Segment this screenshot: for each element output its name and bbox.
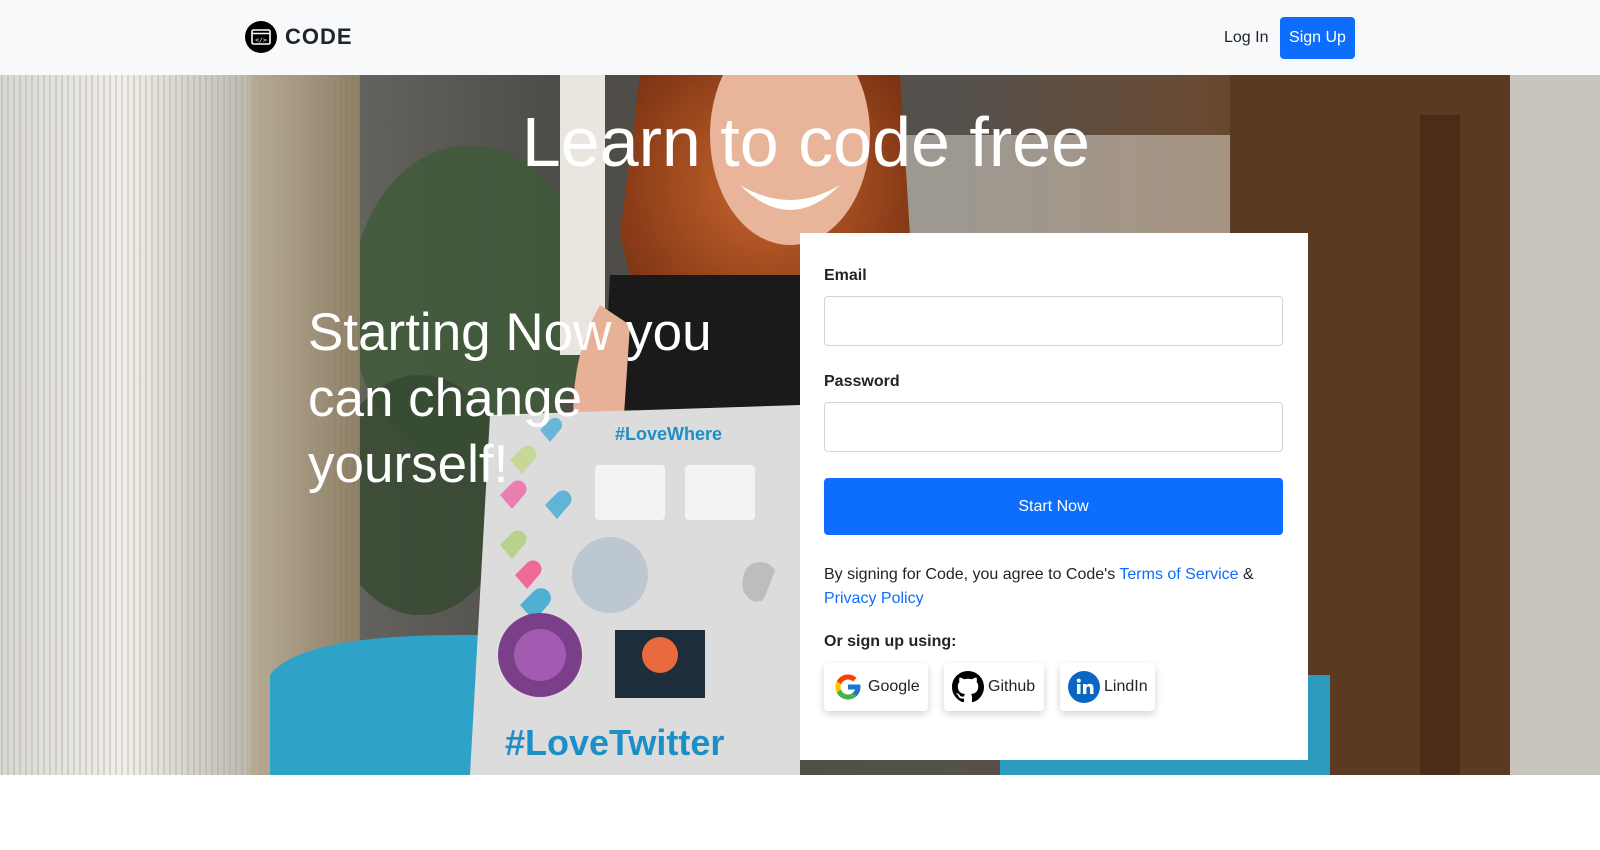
google-icon — [832, 671, 864, 703]
terms-text: By signing for Code, you agree to Code's… — [824, 563, 1284, 611]
linkedin-icon — [1068, 671, 1100, 703]
brand-name: CODE — [285, 24, 353, 49]
hero-section: #LoveTwitter #LoveWhere Learn to code fr… — [0, 75, 1600, 775]
login-link[interactable]: Log In — [1216, 17, 1276, 59]
password-label: Password — [824, 373, 900, 390]
github-label: Github — [988, 678, 1036, 695]
email-label: Email — [824, 267, 867, 284]
signup-card: Email Password Start Now By signing for … — [800, 233, 1308, 760]
hero-title: Learn to code free — [521, 103, 1090, 181]
brand[interactable]: </> CODE — [245, 21, 353, 53]
hero-subtitle: Starting Now you can change yourself! — [308, 303, 712, 494]
github-signup-button[interactable]: Github — [944, 663, 1044, 711]
terms-prefix: By signing for Code, you agree to Code's — [824, 566, 1120, 583]
navbar: </> CODE Log In Sign Up — [0, 0, 1600, 75]
terms-amp: & — [1238, 566, 1254, 583]
linkedin-signup-button[interactable]: LindIn — [1060, 663, 1155, 711]
google-label: Google — [868, 678, 920, 695]
signup-button[interactable]: Sign Up — [1280, 17, 1355, 59]
svg-text:#LoveTwitter: #LoveTwitter — [505, 722, 724, 763]
password-field[interactable] — [824, 402, 1283, 452]
svg-text:</>: </> — [255, 36, 267, 44]
code-window-icon: </> — [245, 21, 277, 53]
github-icon — [952, 671, 984, 703]
linkedin-label: LindIn — [1104, 678, 1148, 695]
terms-of-service-link[interactable]: Terms of Service — [1119, 566, 1238, 583]
email-field[interactable] — [824, 296, 1283, 346]
privacy-policy-link[interactable]: Privacy Policy — [824, 590, 924, 607]
start-now-button[interactable]: Start Now — [824, 478, 1283, 535]
or-sign-up-label: Or sign up using: — [824, 633, 957, 650]
google-signup-button[interactable]: Google — [824, 663, 928, 711]
